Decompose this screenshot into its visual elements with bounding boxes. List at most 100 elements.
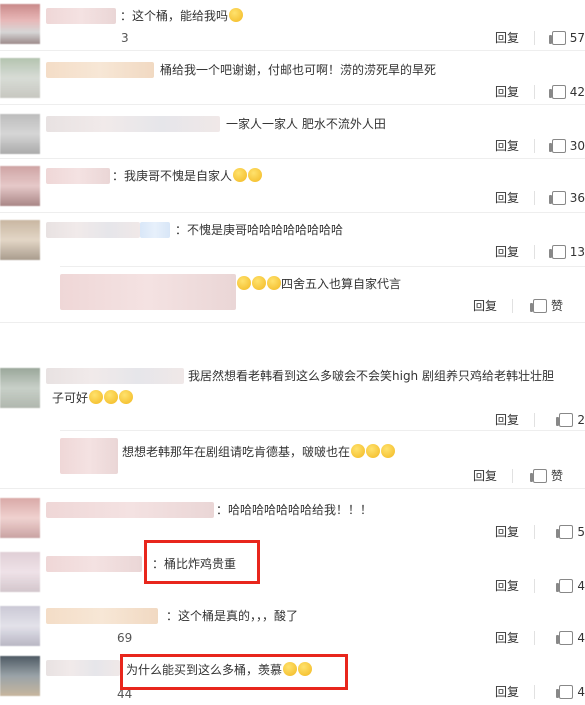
like-count: 2 bbox=[577, 413, 585, 427]
blurred-username[interactable] bbox=[46, 502, 214, 518]
like-button[interactable]: 4 bbox=[556, 578, 585, 594]
comment-actions: 回复 57 bbox=[385, 30, 585, 46]
like-button[interactable]: 4 bbox=[556, 630, 585, 646]
thumbs-up-icon bbox=[556, 685, 574, 699]
divider bbox=[60, 266, 585, 267]
like-count: 4 bbox=[577, 685, 585, 699]
reply-button[interactable]: 回复 bbox=[495, 30, 519, 46]
like-button[interactable]: 5 bbox=[556, 524, 585, 540]
thumbs-up-icon bbox=[548, 139, 566, 153]
blurred-username[interactable] bbox=[46, 168, 110, 184]
reply-button[interactable]: 回复 bbox=[473, 298, 497, 314]
thumbs-up-icon bbox=[548, 191, 566, 205]
blurred-username[interactable] bbox=[46, 8, 116, 24]
like-count: 13 bbox=[569, 245, 585, 259]
like-count: 42 bbox=[569, 85, 585, 99]
like-button[interactable]: 4 bbox=[556, 684, 585, 700]
like-count: 赞 bbox=[550, 469, 563, 483]
comment-row: ：这个桶，能给我吗 3 回复 57 bbox=[0, 0, 585, 48]
reply-button[interactable]: 回复 bbox=[495, 578, 519, 594]
avatar[interactable] bbox=[0, 368, 40, 408]
action-divider bbox=[534, 139, 535, 153]
comment-actions: 回复 4 bbox=[385, 578, 585, 594]
comment-actions: 回复 13 bbox=[385, 244, 585, 260]
comment-row: 我居然想看老韩看到这么多啵会不会笑high 剧组养只鸡给老韩壮壮胆 子可好 回复… bbox=[0, 324, 585, 428]
reply-row: 四舍五入也算自家代言 回复 赞 bbox=[0, 268, 585, 320]
comment-actions: 回复 42 bbox=[385, 84, 585, 100]
like-count: 57 bbox=[569, 31, 585, 45]
blurred-username[interactable] bbox=[46, 556, 142, 572]
blurred-username[interactable] bbox=[46, 62, 154, 78]
reply-button[interactable]: 回复 bbox=[495, 684, 519, 700]
emoji-icon bbox=[366, 444, 381, 458]
action-divider bbox=[534, 85, 535, 99]
action-divider bbox=[534, 525, 535, 539]
like-count: 赞 bbox=[550, 299, 563, 313]
avatar[interactable] bbox=[0, 656, 40, 696]
reply-button[interactable]: 回复 bbox=[495, 630, 519, 646]
like-button[interactable]: 36 bbox=[548, 190, 585, 206]
comment-text: ：哈哈哈哈哈哈哈给我！！！ bbox=[216, 503, 373, 517]
comment-row: ：桶比炸鸡贵重 回复 4 bbox=[0, 544, 585, 596]
avatar[interactable] bbox=[0, 166, 40, 206]
like-button[interactable]: 13 bbox=[548, 244, 585, 260]
avatar[interactable] bbox=[0, 606, 40, 646]
reply-button[interactable]: 回复 bbox=[495, 138, 519, 154]
comment-row: ：哈哈哈哈哈哈哈给我！！！ 回复 5 bbox=[0, 490, 585, 540]
comment-row: ：我庚哥不愧是自家人 回复 36 bbox=[0, 160, 585, 210]
action-divider bbox=[534, 413, 535, 427]
reply-button[interactable]: 回复 bbox=[473, 468, 497, 484]
comment-actions: 回复 5 bbox=[385, 524, 585, 540]
like-count: 4 bbox=[577, 579, 585, 593]
emoji-icon bbox=[267, 276, 281, 290]
emoji-icon bbox=[233, 168, 248, 182]
emoji-icon bbox=[252, 276, 266, 290]
comment-text: 四舍五入也算自家代言 bbox=[236, 276, 401, 292]
reply-button[interactable]: 回复 bbox=[495, 84, 519, 100]
reply-button[interactable]: 回复 bbox=[495, 244, 519, 260]
comment-text: ：这个桶是真的，，，酸了 bbox=[166, 609, 299, 623]
action-divider bbox=[534, 31, 535, 45]
comment-row: ：不愧是庚哥哈哈哈哈哈哈哈哈 回复 13 bbox=[0, 214, 585, 264]
avatar[interactable] bbox=[0, 114, 40, 154]
thumbs-up-icon bbox=[548, 85, 566, 99]
like-button[interactable]: 57 bbox=[548, 30, 585, 46]
blurred-username[interactable] bbox=[140, 222, 170, 238]
comment-actions: 回复 4 bbox=[385, 684, 585, 700]
comment-actions: 回复 2 bbox=[385, 412, 585, 428]
blurred-username[interactable] bbox=[46, 116, 220, 132]
emoji-icon bbox=[89, 390, 104, 404]
emoji-icon bbox=[237, 276, 251, 290]
like-button[interactable]: 30 bbox=[548, 138, 585, 154]
blurred-username[interactable] bbox=[46, 660, 120, 676]
comment-text: 一家人一家人 肥水不流外人田 bbox=[226, 117, 386, 131]
emoji-icon bbox=[104, 390, 119, 404]
blurred-username[interactable] bbox=[46, 368, 184, 384]
emoji-icon bbox=[229, 8, 244, 22]
comment-text: 子可好 bbox=[52, 390, 134, 406]
reply-button[interactable]: 回复 bbox=[495, 190, 519, 206]
action-divider bbox=[534, 631, 535, 645]
reply-button[interactable]: 回复 bbox=[495, 412, 519, 428]
comment-actions: 回复 赞 bbox=[363, 468, 563, 484]
action-divider bbox=[534, 579, 535, 593]
blurred-username[interactable] bbox=[60, 274, 236, 310]
divider bbox=[0, 158, 585, 159]
avatar[interactable] bbox=[0, 4, 40, 44]
action-divider bbox=[534, 191, 535, 205]
avatar[interactable] bbox=[0, 498, 40, 538]
avatar[interactable] bbox=[0, 220, 40, 260]
avatar[interactable] bbox=[0, 552, 40, 592]
reply-button[interactable]: 回复 bbox=[495, 524, 519, 540]
blurred-username[interactable] bbox=[60, 438, 118, 474]
blurred-username[interactable] bbox=[46, 608, 158, 624]
avatar[interactable] bbox=[0, 58, 40, 98]
comment-row: 桶给我一个吧谢谢，付邮也可啊！涝的涝死旱的旱死 回复 42 bbox=[0, 52, 585, 102]
like-button[interactable]: 赞 bbox=[529, 298, 563, 314]
blurred-username[interactable] bbox=[46, 222, 140, 238]
comment-text: 桶给我一个吧谢谢，付邮也可啊！涝的涝死旱的旱死 bbox=[160, 63, 437, 77]
like-button[interactable]: 赞 bbox=[529, 468, 563, 484]
like-button[interactable]: 42 bbox=[548, 84, 585, 100]
like-button[interactable]: 2 bbox=[556, 412, 585, 428]
comment-row: 一家人一家人 肥水不流外人田 回复 30 bbox=[0, 106, 585, 156]
